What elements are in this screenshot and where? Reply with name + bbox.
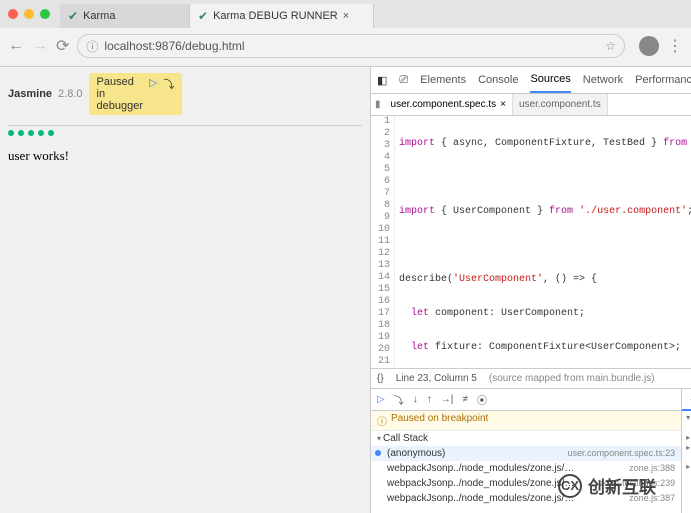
profile-icon[interactable]	[639, 36, 659, 56]
watermark: CX 创新互联	[558, 473, 656, 498]
tab-sources[interactable]: Sources	[530, 73, 570, 93]
file-tab-0[interactable]: user.component.spec.ts ×	[385, 94, 513, 115]
code-editor[interactable]: 1234567891011121314151617181920212223242…	[371, 116, 691, 368]
jasmine-version: 2.8.0	[58, 88, 82, 100]
page-content: Jasmine 2.8.0 Paused in debugger ▷ ⤵ use…	[0, 67, 370, 513]
spec-result: user works!	[8, 148, 362, 164]
karma-icon: ✔	[198, 9, 208, 23]
site-info-icon[interactable]: ⓘ	[86, 38, 98, 55]
url-text: localhost:9876/debug.html	[104, 39, 244, 53]
call-stack-header[interactable]: Call Stack	[371, 431, 681, 446]
window-controls[interactable]	[8, 9, 50, 19]
close-window-icon[interactable]	[8, 9, 18, 19]
close-icon[interactable]: ×	[343, 10, 349, 22]
paused-badge: Paused in debugger ▷ ⤵	[89, 73, 183, 115]
browser-tabs: ✔ Karma ✔ Karma DEBUG RUNNER ×	[0, 0, 691, 28]
back-button[interactable]: ←	[8, 37, 24, 55]
code-lines[interactable]: import { async, ComponentFixture, TestBe…	[395, 116, 691, 368]
resume-button[interactable]: ▷	[377, 394, 385, 405]
debugger-controls: ▷ ⤵ ↓ ↑ →| ≠ ⦿	[371, 389, 681, 411]
nav-toggle-icon[interactable]: ▮	[371, 99, 385, 110]
devtools-tabs: ◧ ⎚ Elements Console Sources Network Per…	[371, 67, 691, 94]
step-button[interactable]: →|	[441, 394, 454, 405]
bookmark-icon[interactable]: ☆	[605, 39, 616, 53]
sourcemap-info: (source mapped from main.bundle.js)	[489, 373, 655, 384]
scope-tabs: Scope Watch	[682, 389, 691, 411]
menu-icon[interactable]: ⋮	[667, 36, 683, 56]
tab-console[interactable]: Console	[478, 74, 518, 86]
close-icon[interactable]: ×	[500, 99, 506, 110]
watermark-icon: CX	[558, 474, 582, 498]
cursor-pos: Line 23, Column 5	[396, 373, 477, 384]
main-area: Jasmine 2.8.0 Paused in debugger ▷ ⤵ use…	[0, 67, 691, 513]
jasmine-bar: Jasmine 2.8.0 Paused in debugger ▷ ⤵	[0, 67, 370, 121]
paused-reason: ⓘ Paused on breakpoint	[371, 411, 681, 431]
braces-icon[interactable]: {}	[377, 373, 384, 384]
browser-chrome: ✔ Karma ✔ Karma DEBUG RUNNER × ← → ⟳ ⓘ l…	[0, 0, 691, 67]
file-name: user.component.spec.ts	[391, 99, 497, 110]
tab-title: Karma DEBUG RUNNER	[213, 10, 338, 22]
address-bar[interactable]: ⓘ localhost:9876/debug.html ☆	[77, 34, 625, 58]
spec-dots	[8, 130, 362, 136]
address-row: ← → ⟳ ⓘ localhost:9876/debug.html ☆ ⋮	[0, 28, 691, 64]
scope-local[interactable]: Local	[686, 413, 691, 423]
tab-elements[interactable]: Elements	[420, 74, 466, 86]
file-tabs: ▮ user.component.spec.ts × user.componen…	[371, 94, 691, 116]
scope-closure-1[interactable]: Closure	[686, 433, 691, 443]
pause-exceptions-button[interactable]: ⦿	[477, 392, 487, 407]
closure-source: (./src/app/admin/user/user.component.spe…	[686, 453, 691, 462]
file-name: user.component.ts	[519, 99, 601, 110]
tab-network[interactable]: Network	[583, 74, 623, 86]
step-over-button[interactable]: ⤵	[394, 392, 404, 407]
scope-this[interactable]: this: UserContext	[686, 423, 691, 433]
forward-button[interactable]: →	[32, 37, 48, 55]
reload-button[interactable]: ⟳	[56, 36, 69, 56]
scope-panel: Scope Watch Local this: UserContext Clos…	[682, 389, 691, 513]
step-icon[interactable]: ⤵	[163, 76, 174, 112]
tab-performance[interactable]: Performance	[635, 74, 691, 86]
stack-frame-0[interactable]: (anonymous)user.component.spec.ts:23	[371, 446, 681, 461]
tab-scope[interactable]: Scope	[682, 389, 691, 411]
scope-body[interactable]: Local this: UserContext Closure Closure …	[682, 411, 691, 474]
resume-icon[interactable]: ▷	[149, 76, 157, 112]
dock-icon[interactable]: ◧	[377, 74, 387, 87]
info-icon: ⓘ	[377, 413, 387, 428]
step-into-button[interactable]: ↓	[413, 394, 418, 405]
file-tab-1[interactable]: user.component.ts	[513, 94, 608, 115]
devtools: ◧ ⎚ Elements Console Sources Network Per…	[370, 67, 691, 513]
karma-icon: ✔	[68, 9, 78, 23]
watermark-text: 创新互联	[588, 473, 656, 498]
browser-tab-0[interactable]: ✔ Karma	[60, 4, 190, 28]
inspect-icon[interactable]: ⎚	[399, 74, 408, 87]
deactivate-bp-button[interactable]: ≠	[462, 394, 468, 405]
step-out-button[interactable]: ↑	[427, 394, 432, 405]
scope-global[interactable]: Global	[686, 462, 691, 472]
scope-closure-2[interactable]: Closure	[686, 443, 691, 453]
jasmine-label: Jasmine	[8, 88, 52, 100]
paused-text: Paused in debugger	[97, 76, 143, 112]
minimize-window-icon[interactable]	[24, 9, 34, 19]
browser-tab-1[interactable]: ✔ Karma DEBUG RUNNER ×	[190, 4, 374, 28]
line-gutter[interactable]: 1234567891011121314151617181920212223242…	[371, 116, 395, 368]
maximize-window-icon[interactable]	[40, 9, 50, 19]
tab-title: Karma	[83, 10, 115, 22]
editor-status-bar: {} Line 23, Column 5 (source mapped from…	[371, 368, 691, 388]
